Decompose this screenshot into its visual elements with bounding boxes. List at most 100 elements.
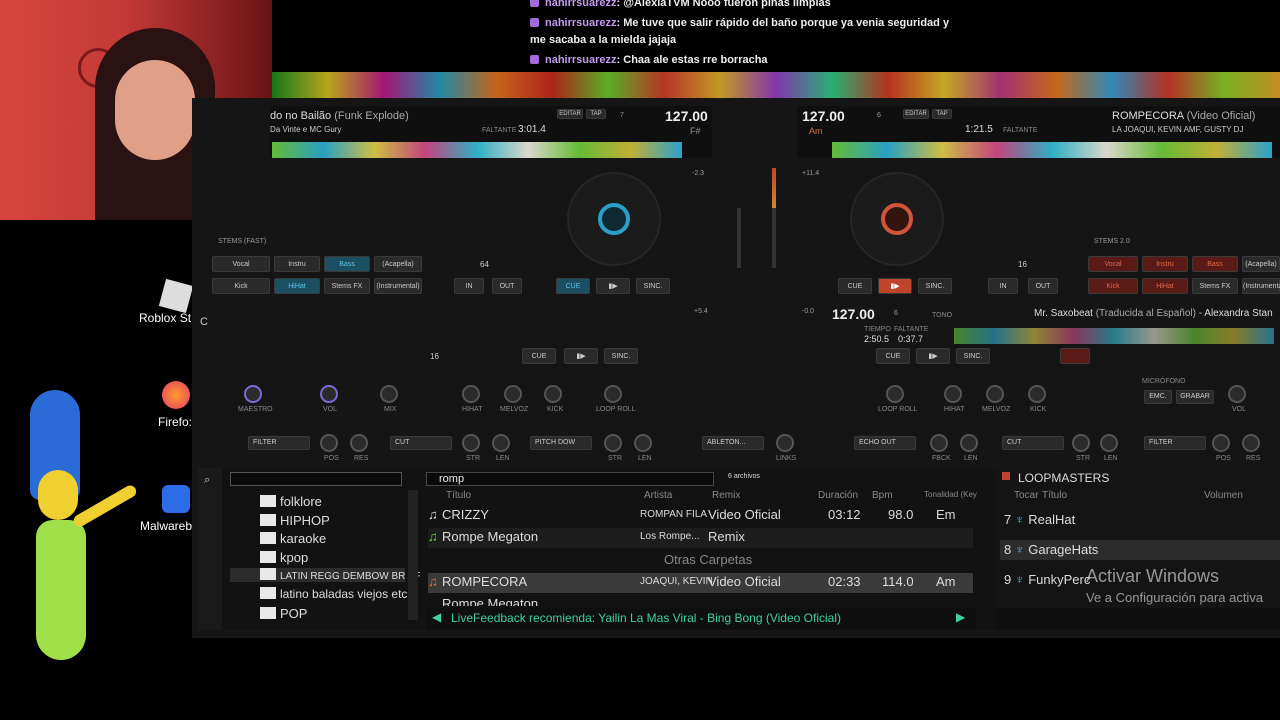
stem-pad[interactable]: Stems FX [324, 278, 370, 294]
str-knob[interactable] [604, 434, 622, 452]
hihat-knob[interactable] [462, 385, 480, 403]
sample-row[interactable]: 7 ♆ RealHat [1004, 512, 1075, 527]
folder-item[interactable]: POP [280, 606, 307, 621]
col-artist[interactable]: Artista [644, 490, 672, 501]
cue-button[interactable]: CUE [556, 278, 590, 294]
table-row[interactable]: ♫ CRIZZY ROMPAN FILA Video Oficial 03:12… [428, 506, 973, 526]
stems-select[interactable]: STEMS (FAST) [218, 238, 266, 245]
sampler-toolbar[interactable] [996, 608, 1280, 630]
stem-pad[interactable]: Bass [1192, 256, 1238, 272]
roblox-icon[interactable] [158, 278, 194, 314]
stem-pad[interactable]: Kick [212, 278, 270, 294]
sync-button[interactable]: SINC. [604, 348, 638, 364]
stem-pad[interactable]: Vocal [1088, 256, 1138, 272]
mix-knob[interactable] [380, 385, 398, 403]
mic-vol-knob[interactable] [1228, 385, 1246, 403]
loop-out-button[interactable]: OUT [1028, 278, 1058, 294]
pos-knob[interactable] [320, 434, 338, 452]
folder-search-input[interactable] [230, 472, 402, 486]
deck-right-waveform[interactable] [832, 142, 1272, 158]
len-knob[interactable] [1100, 434, 1118, 452]
col-bpm[interactable]: Bpm [872, 490, 893, 501]
play-pause-button[interactable]: ▮▶ [564, 348, 598, 364]
col-remix[interactable]: Remix [712, 490, 740, 501]
desktop-label[interactable]: Firefo: [158, 415, 192, 429]
res-knob[interactable] [1242, 434, 1260, 452]
loop-out-button[interactable]: OUT [492, 278, 522, 294]
sync-button[interactable]: SINC. [956, 348, 990, 364]
jog-wheel-right[interactable] [850, 172, 944, 266]
fx-select[interactable]: ABLETON... [702, 436, 764, 450]
arrow-left-icon[interactable]: ◀ [432, 610, 441, 624]
play-pause-button[interactable]: ▮▶ [596, 278, 630, 294]
emc-button[interactable]: EMC. [1144, 390, 1172, 404]
table-row[interactable]: ♫ ROMPECORA JOAQUI, KEVIN Video Oficial … [428, 573, 973, 593]
folder-item[interactable]: karaoke [280, 531, 326, 546]
sample-row[interactable]: 9 ♆ FunkyPerc [1004, 572, 1090, 587]
stem-pad[interactable]: HiHat [1142, 278, 1188, 294]
len-knob[interactable] [634, 434, 652, 452]
file-search-input[interactable]: romp [426, 472, 714, 486]
folder-item[interactable]: HIPHOP [280, 513, 330, 528]
len-knob[interactable] [960, 434, 978, 452]
loop-in-button[interactable]: IN [454, 278, 484, 294]
firefox-icon[interactable] [162, 381, 190, 409]
loop-in-button[interactable]: IN [988, 278, 1018, 294]
str-knob[interactable] [1072, 434, 1090, 452]
fbck-knob[interactable] [930, 434, 948, 452]
sample-row[interactable]: 8 ♆ GarageHats [1000, 540, 1280, 560]
fx-select[interactable]: CUT [390, 436, 452, 450]
fx-select[interactable]: CUT [1002, 436, 1064, 450]
cue-button[interactable]: CUE [876, 348, 910, 364]
volume-fader-right[interactable] [772, 208, 776, 268]
play-pause-button[interactable]: ▮▶ [878, 278, 912, 294]
vol-knob[interactable] [320, 385, 338, 403]
str-knob[interactable] [462, 434, 480, 452]
table-row[interactable]: ♫ Rompe Megaton Los Rompe... Remix [428, 528, 973, 548]
fx-select[interactable]: PITCH DOW [530, 436, 592, 450]
links-knob[interactable] [776, 434, 794, 452]
malwarebytes-icon[interactable] [162, 485, 190, 513]
edit-button[interactable]: EDITAR [903, 109, 929, 119]
stem-pad[interactable]: (Acapella) [1242, 256, 1280, 272]
folder-item[interactable]: latino baladas viejos etc [280, 587, 407, 601]
play-pause-button[interactable]: ▮▶ [916, 348, 950, 364]
kick-knob[interactable] [1028, 385, 1046, 403]
stem-pad[interactable]: (Instrumental) [374, 278, 422, 294]
folder-scrollbar[interactable] [408, 490, 418, 620]
tap-button[interactable]: TAP [932, 109, 952, 119]
fx-select[interactable]: ECHO OUT [854, 436, 916, 450]
col-key[interactable]: Tonalidad (Key [924, 490, 977, 499]
folder-item[interactable]: LATIN REGG DEMBOW BR AF [280, 571, 420, 582]
melvoz-knob[interactable] [504, 385, 522, 403]
record-button[interactable] [1060, 348, 1090, 364]
folder-item[interactable]: kpop [280, 550, 308, 565]
record-mic-button[interactable]: GRABAR [1176, 390, 1214, 404]
arrow-right-icon[interactable]: ▶ [956, 610, 965, 624]
col-title[interactable]: Título [446, 490, 471, 501]
stem-pad[interactable]: Instru [1142, 256, 1188, 272]
stem-pad[interactable]: HiHat [274, 278, 320, 294]
desktop-label[interactable]: Roblox St [139, 311, 191, 325]
stem-pad[interactable]: Instru [274, 256, 320, 272]
len-knob[interactable] [492, 434, 510, 452]
jog-wheel-left[interactable] [567, 172, 661, 266]
fx-select[interactable]: FILTER [248, 436, 310, 450]
stem-pad[interactable]: Stems FX [1192, 278, 1238, 294]
loop-roll-knob[interactable] [886, 385, 904, 403]
melvoz-knob[interactable] [986, 385, 1004, 403]
livefeedback-bar[interactable]: ◀ LiveFeedback recomienda: Yailin La Mas… [426, 608, 976, 630]
waveform-overview[interactable] [272, 72, 1280, 98]
folder-item[interactable]: folklore [280, 494, 322, 509]
pos-knob[interactable] [1212, 434, 1230, 452]
tap-button[interactable]: TAP [586, 109, 606, 119]
stem-pad[interactable]: (Instrumental) [1242, 278, 1280, 294]
sync-button[interactable]: SINC. [918, 278, 952, 294]
master-knob[interactable] [244, 385, 262, 403]
col-duration[interactable]: Duración [818, 490, 858, 501]
hihat-knob[interactable] [944, 385, 962, 403]
res-knob[interactable] [350, 434, 368, 452]
stem-pad[interactable]: Vocal [212, 256, 270, 272]
deck-right2-waveform[interactable] [954, 328, 1274, 344]
stem-pad[interactable]: Bass [324, 256, 370, 272]
